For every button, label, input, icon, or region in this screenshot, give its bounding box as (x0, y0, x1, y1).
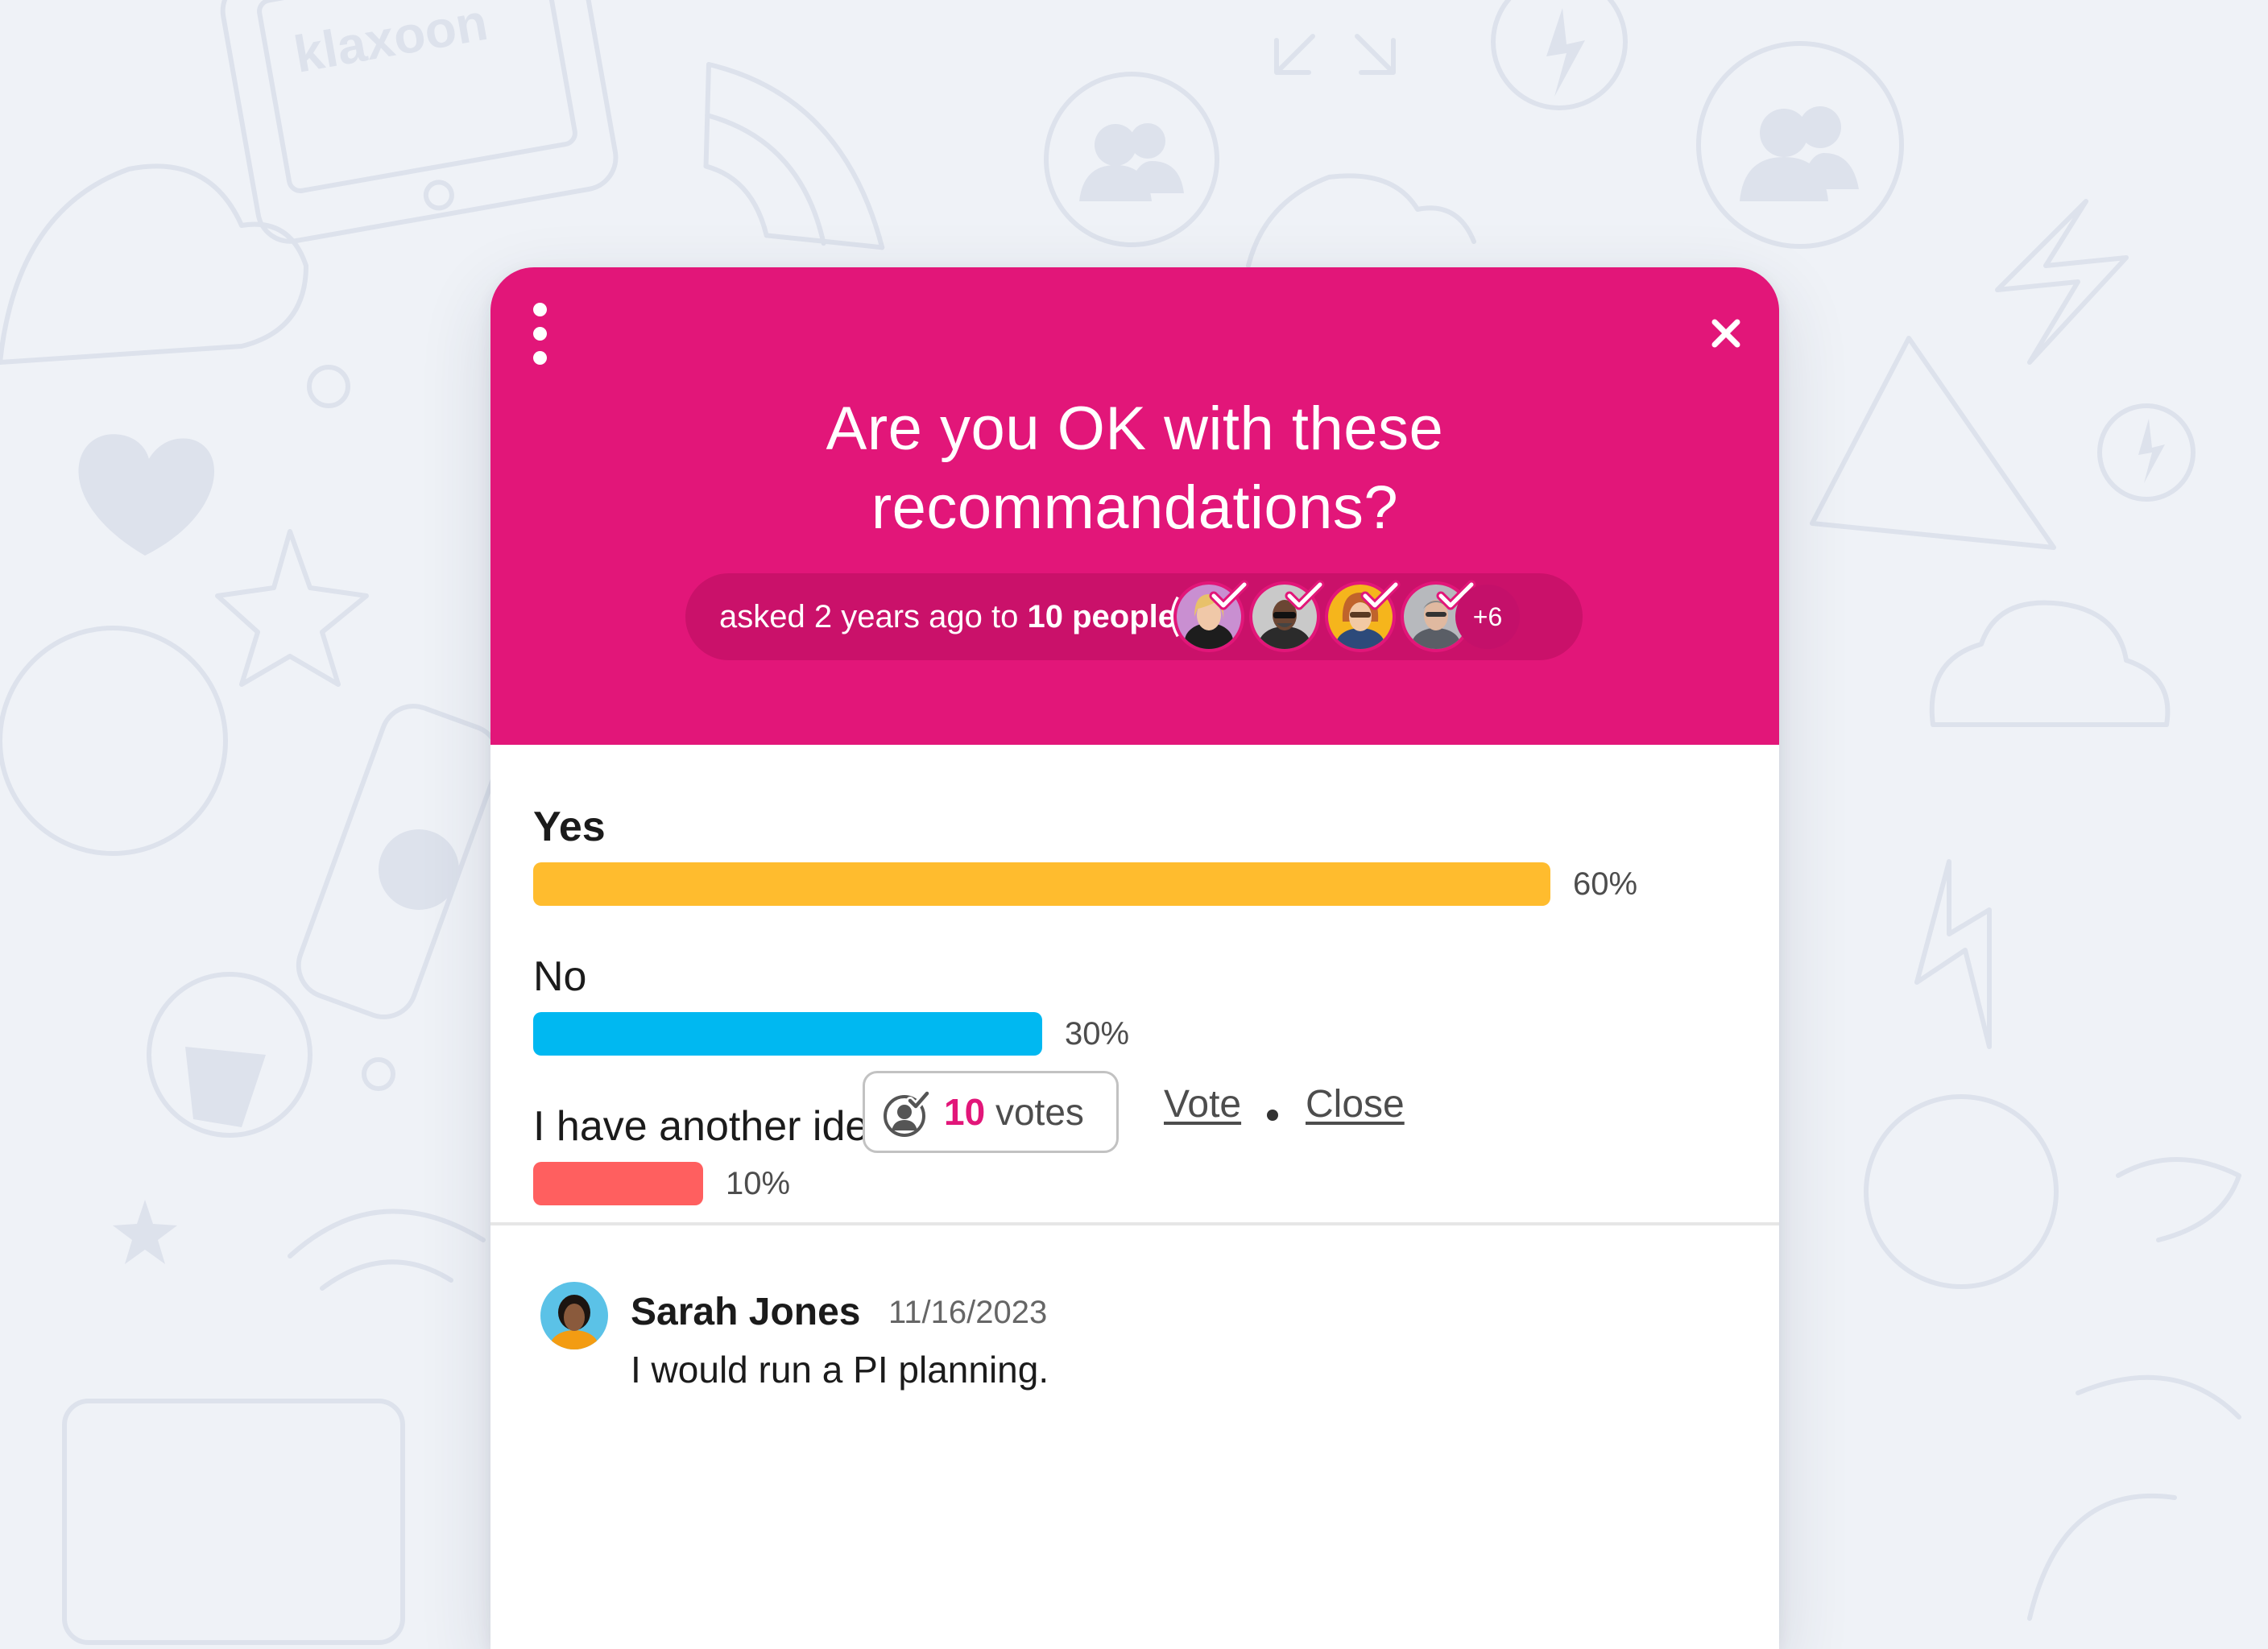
votes-count: 10 (944, 1091, 986, 1133)
participant-avatars[interactable]: +6 (1170, 580, 1579, 649)
check-icon (1209, 580, 1249, 610)
kebab-menu-icon[interactable] (519, 303, 560, 367)
result-bar (533, 862, 1550, 906)
result-bar (533, 1012, 1042, 1056)
asked-info-pill[interactable]: asked 2 years ago to 10 people +6 (685, 573, 1583, 660)
option-label: I have another idea (533, 1103, 892, 1150)
voter-check-icon (884, 1091, 929, 1137)
option-percent: 60% (1573, 866, 1638, 902)
result-bar-track (533, 1162, 1550, 1205)
asked-prefix: asked 2 years ago to (719, 599, 1028, 634)
audience-count: 10 people (1027, 599, 1176, 634)
link-separator-dot (1267, 1110, 1278, 1121)
vote-link[interactable]: Vote (1164, 1082, 1241, 1126)
participant-avatar[interactable] (1328, 580, 1401, 649)
poll-card: Are you OK with these recommandations? a… (490, 267, 1779, 1649)
result-bar-track (533, 862, 1550, 906)
participant-avatar[interactable] (1177, 580, 1249, 649)
background-brand-watermark: klaxoon (290, 0, 492, 84)
votes-label: votes (985, 1091, 1084, 1133)
comment-author: Sarah Jones (631, 1291, 861, 1333)
votes-text: 10 votes (944, 1073, 1084, 1151)
comment-date: 11/16/2023 (888, 1295, 1048, 1330)
poll-header: Are you OK with these recommandations? a… (490, 267, 1779, 745)
section-divider (490, 1222, 1779, 1225)
poll-question: Are you OK with these recommandations? (826, 395, 1444, 542)
wifi-doodle (703, 62, 885, 250)
votes-count-button[interactable]: 10 votes (863, 1071, 1119, 1153)
participant-avatar[interactable] (1252, 580, 1325, 649)
result-bar (533, 1162, 703, 1205)
option-label: Yes (533, 804, 606, 850)
option-percent: 10% (726, 1166, 791, 1201)
check-icon (1285, 580, 1325, 610)
option-percent: 30% (1065, 1016, 1130, 1052)
close-poll-link[interactable]: Close (1306, 1082, 1405, 1126)
asked-info-text: asked 2 years ago to 10 people (719, 573, 1176, 660)
check-icon (1360, 580, 1401, 610)
more-participants-badge[interactable]: +6 (1455, 585, 1520, 649)
comment-text: I would run a PI planning. (631, 1349, 1049, 1391)
result-bar-track (533, 1012, 1550, 1056)
avatar[interactable] (540, 1282, 608, 1349)
option-label: No (533, 953, 587, 1000)
close-icon[interactable] (1708, 316, 1744, 351)
